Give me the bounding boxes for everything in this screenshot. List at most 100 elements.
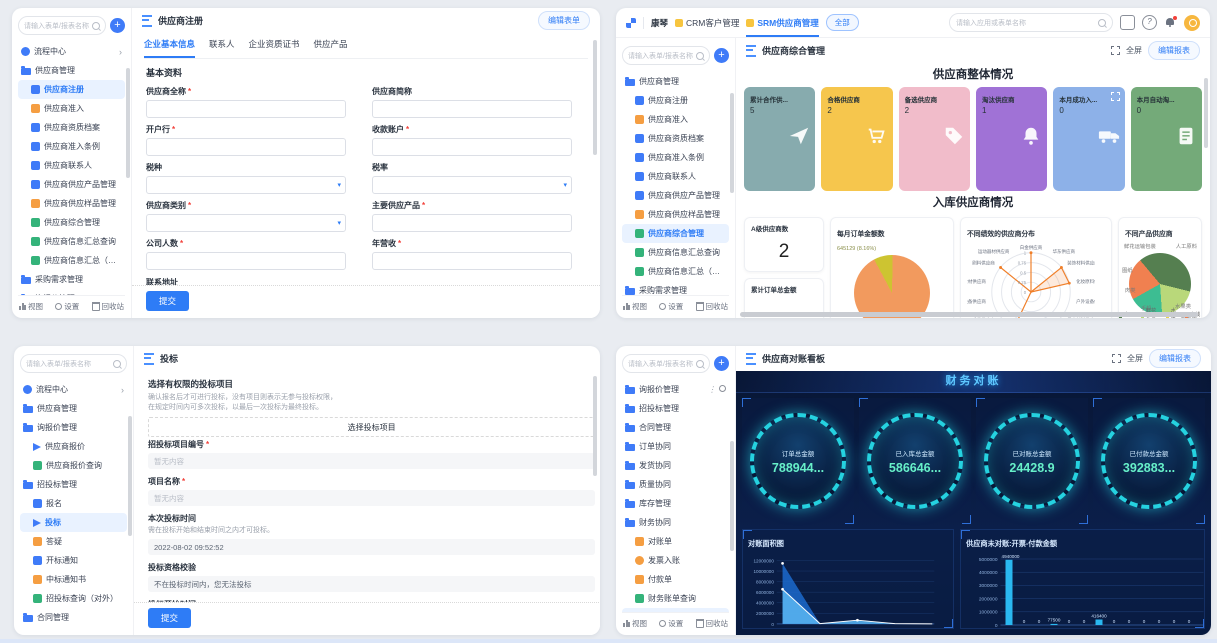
views-button[interactable]: 视图 (19, 301, 43, 312)
sidebar-folder-purchase-demand[interactable]: 采购需求管理 (18, 270, 125, 289)
sidebar-scrollbar[interactable] (730, 93, 734, 193)
stat-card[interactable]: 合格供应商2 (821, 87, 892, 191)
collapse-sidebar-icon[interactable] (142, 15, 152, 27)
sidebar-item[interactable]: 供应商信息汇总（对... (18, 251, 125, 270)
account-input[interactable] (372, 138, 572, 156)
chart-unreconciled-bar[interactable]: 供应商未对账:开票-付款金额 5000000 4000000 3000000 2… (960, 529, 1205, 629)
add-form-button[interactable]: + (110, 18, 125, 33)
help-icon[interactable]: ? (1142, 15, 1157, 30)
project-no-input[interactable]: 暂无内容 (148, 453, 595, 469)
recycle-bin-button[interactable]: 回收站 (696, 618, 729, 629)
sidebar-folder-order[interactable]: 订单协同 (20, 627, 127, 631)
stat-card[interactable]: 备选供应商2 (899, 87, 970, 191)
sidebar-folder-supplier-mgmt[interactable]: 供应商管理 (622, 72, 729, 91)
sidebar-search-input[interactable]: 请输入表单/报表名称 (18, 16, 106, 35)
sidebar-item[interactable]: 供应商报价查询 (20, 456, 127, 475)
form-scrollbar[interactable] (593, 376, 597, 476)
sidebar-scrollbar[interactable] (128, 416, 132, 536)
sidebar-folder-supplier-mgmt[interactable]: 供应商管理 (18, 61, 125, 80)
sidebar-item[interactable]: 供应商信息汇总查询 (18, 232, 125, 251)
tab-company-basic-info[interactable]: 企业基本信息 (144, 33, 195, 58)
views-button[interactable]: 视图 (623, 301, 647, 312)
chart-product-pie[interactable]: 不同产品供应商 鲜花运输包装 人工原料 图纸 肉类 手机 服务类 水果类 人工原… (1118, 217, 1202, 318)
user-avatar[interactable] (1184, 15, 1200, 31)
submit-button[interactable]: 提交 (148, 608, 191, 628)
sidebar-search-input[interactable]: 请输入表单/报表名称 (20, 354, 127, 373)
short-name-input[interactable] (372, 100, 572, 118)
sidebar-folder-order[interactable]: 订单协同 (622, 437, 729, 456)
settings-button[interactable]: 设置 (659, 301, 683, 312)
gauge-tile[interactable]: 订单总金额788944... (742, 398, 854, 524)
sidebar-item[interactable]: 供应商供应产品管理 (622, 186, 729, 205)
edit-form-button[interactable]: 编辑表单 (538, 11, 590, 30)
sidebar-scrollbar[interactable] (126, 68, 130, 178)
stat-card[interactable]: 淘汰供应商1 (976, 87, 1047, 191)
sidebar-item[interactable]: 供应商准入条例 (18, 137, 125, 156)
views-button[interactable]: 视图 (623, 618, 647, 629)
chart-reconciliation-area[interactable]: 对账面积图 12000000 10000000 8000000 6000000 (742, 529, 954, 629)
recycle-bin-button[interactable]: 回收站 (92, 301, 125, 312)
sidebar-item[interactable]: 供应商报价 (20, 437, 127, 456)
sidebar-item[interactable]: 供应商供应产品管理 (18, 175, 125, 194)
collapse-sidebar-icon[interactable] (144, 353, 154, 365)
sidebar-item[interactable]: 供应商联系人 (622, 167, 729, 186)
project-name-input[interactable]: 暂无内容 (148, 490, 595, 506)
sidebar-folder-shipping[interactable]: 发货协同 (622, 456, 729, 475)
workspace-name[interactable]: 康琴 (651, 17, 668, 29)
sidebar-item[interactable]: 供应商准入 (622, 110, 729, 129)
submit-button[interactable]: 提交 (146, 291, 189, 311)
sidebar-search-input[interactable]: 请输入表单/报表名称 (622, 46, 710, 65)
sidebar-folder-contract[interactable]: 合同管理 (20, 608, 127, 627)
main-products-input[interactable] (372, 214, 572, 232)
sidebar-item[interactable]: 供应商信息汇总（对... (622, 262, 729, 281)
sidebar-folder-rfq[interactable]: 询报价管理 (20, 418, 127, 437)
sidebar-item[interactable]: 供应商综合管理 (18, 213, 125, 232)
collapse-sidebar-icon[interactable] (746, 353, 756, 365)
fullscreen-icon[interactable] (1112, 354, 1121, 363)
sidebar-folder-quality[interactable]: 质量协同 (622, 475, 729, 494)
sidebar-item[interactable]: 供应商准入 (18, 99, 125, 118)
sidebar-item[interactable]: 投标 (20, 513, 127, 532)
sidebar-folder-supplier-mgmt[interactable]: 供应商管理 (20, 399, 127, 418)
gauge-tile[interactable]: 已入库总金额586646... (859, 398, 971, 524)
tab-srm-app[interactable]: SRM供应商管理 (746, 8, 818, 37)
sidebar-item[interactable]: 报名 (20, 494, 127, 513)
tab-crm-app[interactable]: CRM客户管理 (675, 8, 739, 37)
tab-contacts[interactable]: 联系人 (209, 33, 235, 58)
full-name-input[interactable] (146, 100, 346, 118)
stat-card[interactable]: 累计合作供...5 (744, 87, 815, 191)
sidebar-item[interactable]: 付款单 (622, 570, 729, 589)
sidebar-item[interactable]: 开标通知 (20, 551, 127, 570)
sidebar-item[interactable]: 供应商注册 (622, 91, 729, 110)
sidebar-item[interactable]: 供应商资质档案 (18, 118, 125, 137)
sidebar-folder-bidding[interactable]: 招投标管理 (20, 475, 127, 494)
app-center-icon[interactable] (1120, 15, 1135, 30)
sidebar-item[interactable]: 供应商综合管理 (622, 224, 729, 243)
fullscreen-label[interactable]: 全屏 (1127, 353, 1143, 364)
sidebar-item[interactable]: 答疑 (20, 532, 127, 551)
all-apps-button[interactable]: 全部 (826, 14, 859, 31)
sidebar-folder-rfq[interactable]: 询报价管理⋮ (622, 380, 729, 399)
add-form-button[interactable]: + (714, 48, 729, 63)
sidebar-item[interactable]: 供应商准入条例 (622, 148, 729, 167)
edit-report-button[interactable]: 编辑报表 (1148, 41, 1200, 60)
sidebar-item-process-center[interactable]: 流程中心› (18, 42, 125, 61)
tab-qualification-certs[interactable]: 企业资质证书 (249, 33, 300, 58)
sidebar-scrollbar[interactable] (730, 441, 734, 551)
collapse-sidebar-icon[interactable] (746, 45, 756, 57)
sidebar-folder-finance[interactable]: 财务协同 (622, 513, 729, 532)
stat-card[interactable]: 本月自动淘...0 (1131, 87, 1202, 191)
gauge-tile[interactable]: 已付款总金额392883... (1093, 398, 1205, 524)
sidebar-item[interactable]: 招投标查询（对外） (20, 589, 127, 608)
stat-card[interactable]: 本月成功入...0 (1053, 87, 1124, 191)
sidebar-item[interactable]: 供应商资质档案 (622, 129, 729, 148)
sidebar-item[interactable]: 供应商供应样品管理 (18, 194, 125, 213)
gauge-tile[interactable]: 已对账总金额24428.9 (976, 398, 1088, 524)
sidebar-folder-contract[interactable]: 合同管理 (622, 418, 729, 437)
sidebar-item[interactable]: 供应商信息汇总查询 (622, 243, 729, 262)
chart-monthly-order-pie[interactable]: 每月订单金额数 645129 (8.16%) (830, 217, 954, 318)
kpi-card-a-level[interactable]: A级供应商数2 (744, 217, 824, 272)
dashboard-scrollbar[interactable] (1204, 78, 1208, 148)
company-size-input[interactable] (146, 252, 346, 270)
add-form-button[interactable]: + (714, 356, 729, 371)
